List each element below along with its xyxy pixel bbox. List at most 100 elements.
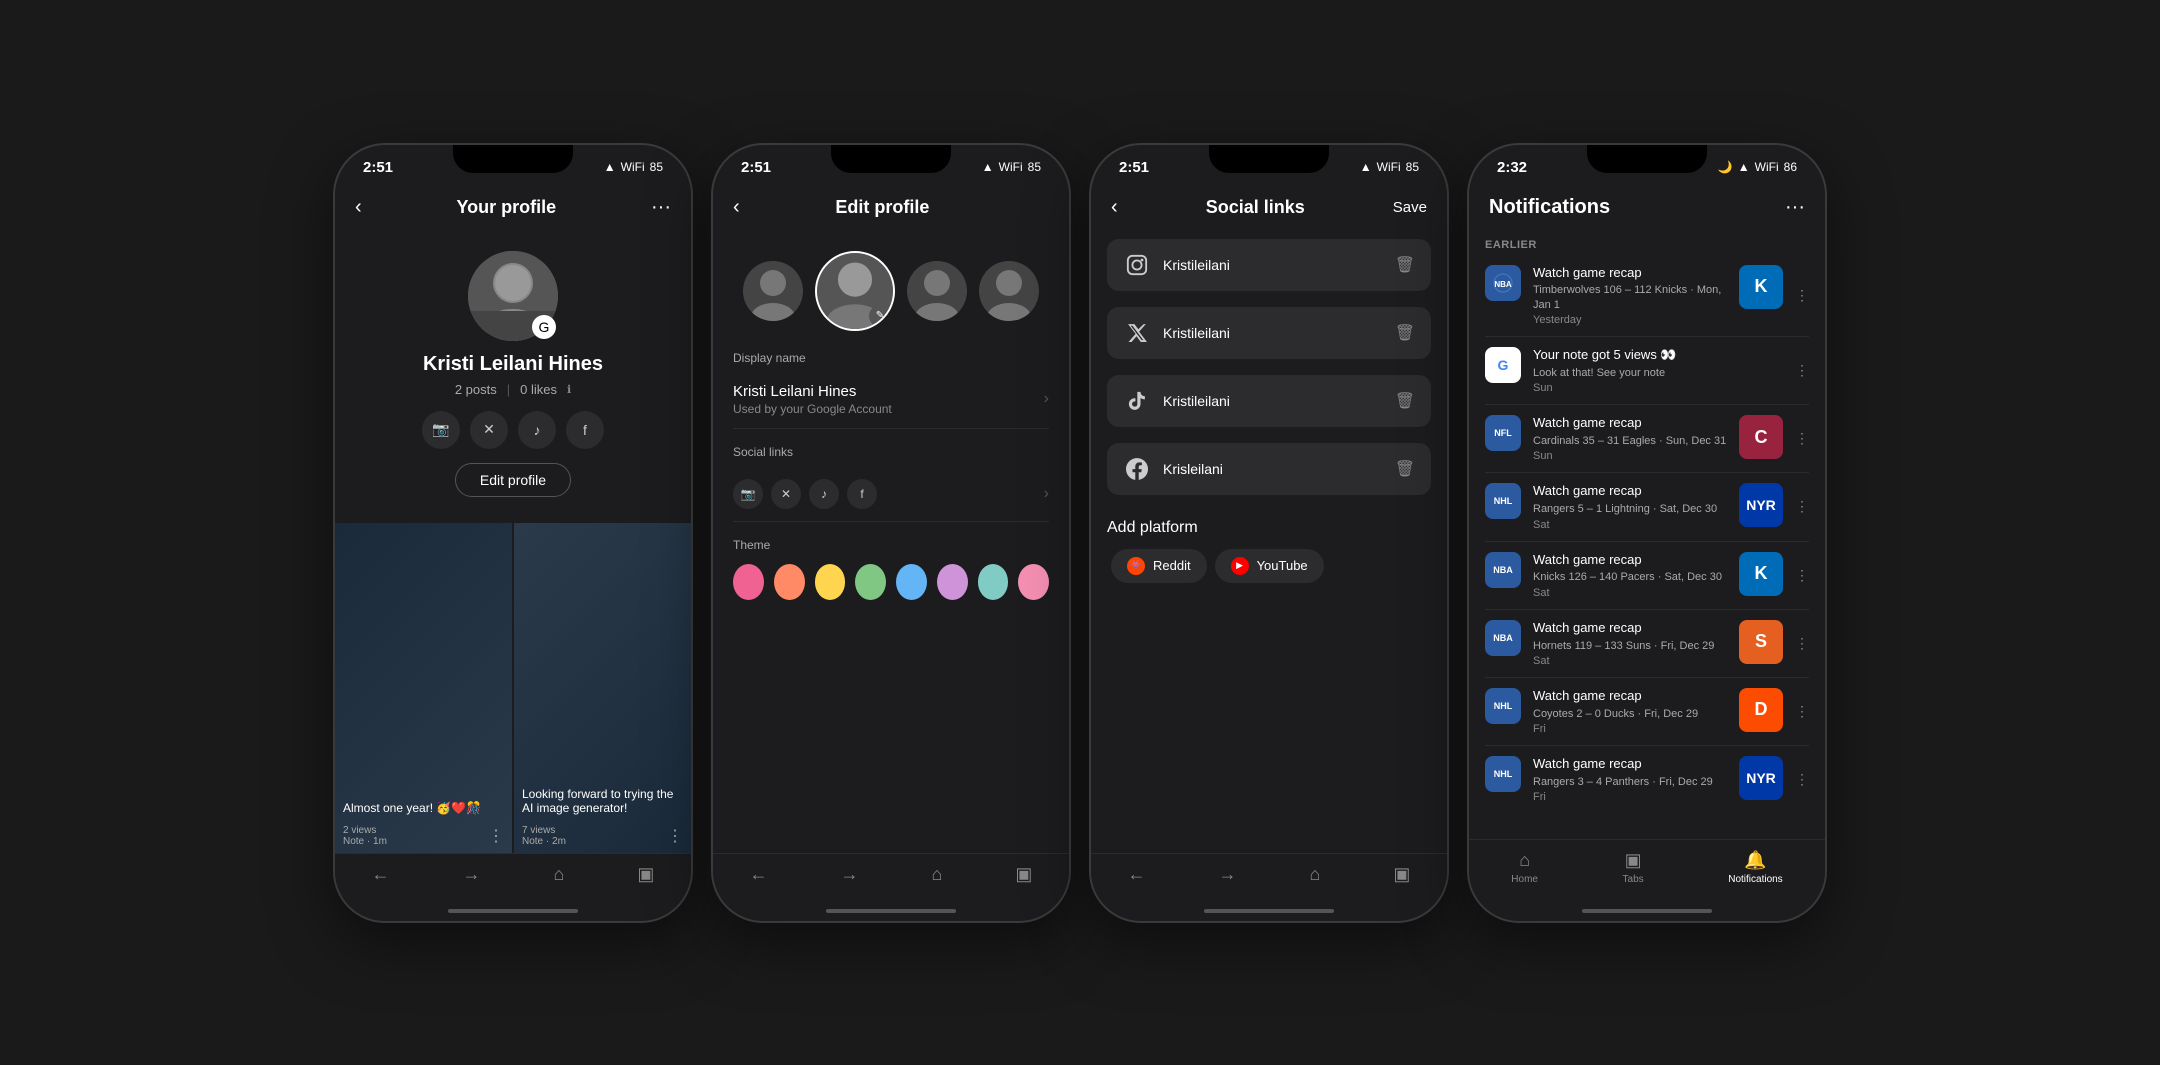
post-card-1[interactable]: Looking forward to trying the AI image g… bbox=[514, 523, 691, 853]
notif-item-0[interactable]: NBA Watch game recap Timberwolves 106 – … bbox=[1469, 255, 1825, 336]
social-icons-preview: 📷 ✕ ♪ f bbox=[733, 479, 877, 509]
theme-color-4[interactable] bbox=[896, 564, 927, 600]
nav-forward-3[interactable]: → bbox=[1219, 864, 1237, 885]
status-icons-2: ▲ WiFi 85 bbox=[982, 160, 1041, 174]
notif-more-2[interactable]: ⋮ bbox=[1795, 430, 1809, 447]
social-links-row[interactable]: 📷 ✕ ♪ f › bbox=[733, 467, 1049, 522]
notif-thumb-6: D bbox=[1739, 688, 1783, 732]
delete-instagram-button[interactable]: 🗑 bbox=[1395, 255, 1415, 275]
post-more-icon-1[interactable]: ⋮ bbox=[667, 826, 683, 846]
notif-more-5[interactable]: ⋮ bbox=[1795, 635, 1809, 652]
twitter-icon-btn[interactable]: ✕ bbox=[470, 411, 508, 449]
theme-color-2[interactable] bbox=[815, 564, 846, 600]
theme-color-5[interactable] bbox=[937, 564, 968, 600]
delete-twitter-button[interactable]: 🗑 bbox=[1395, 323, 1415, 343]
nav-home-3[interactable]: ⌂ bbox=[1310, 864, 1321, 885]
notif-nav-notifications[interactable]: 🔔 Notifications bbox=[1728, 850, 1782, 885]
battery-icon-3: 85 bbox=[1406, 160, 1419, 174]
nhl-app-icon-3: NHL bbox=[1485, 483, 1521, 519]
notif-more-0[interactable]: ⋮ bbox=[1795, 287, 1809, 304]
notif-more-1[interactable]: ⋮ bbox=[1795, 362, 1809, 379]
bottom-nav-1: ← → ⌂ ▣ bbox=[335, 853, 691, 905]
notif-nav-home[interactable]: ⌂ Home bbox=[1511, 850, 1538, 885]
notif-item-2[interactable]: NFL Watch game recap Cardinals 35 – 31 E… bbox=[1469, 405, 1825, 472]
facebook-icon-btn[interactable]: f bbox=[566, 411, 604, 449]
delete-tiktok-button[interactable]: 🗑 bbox=[1395, 391, 1415, 411]
reddit-label: Reddit bbox=[1153, 558, 1191, 573]
nhl-app-icon-7: NHL bbox=[1485, 756, 1521, 792]
notif-item-1[interactable]: G Your note got 5 views 👀 Look at that! … bbox=[1469, 337, 1825, 404]
save-button[interactable]: Save bbox=[1393, 199, 1427, 216]
team-logo-4: K bbox=[1755, 563, 1768, 584]
notif-nav-tabs[interactable]: ▣ Tabs bbox=[1623, 850, 1644, 885]
post-views-0: 2 views bbox=[343, 825, 387, 836]
notif-more-btn[interactable]: ··· bbox=[1785, 196, 1805, 219]
platform-buttons-row: 👾 Reddit ▶ YouTube bbox=[1091, 549, 1447, 583]
back-button-3[interactable]: ‹ bbox=[1111, 196, 1118, 219]
notch-3 bbox=[1209, 145, 1329, 173]
theme-color-6[interactable] bbox=[978, 564, 1009, 600]
battery-icon-4: 86 bbox=[1784, 160, 1797, 174]
nav-tabs-1[interactable]: ▣ bbox=[637, 864, 654, 885]
facebook-svg bbox=[1126, 458, 1148, 480]
notif-item-3[interactable]: NHL Watch game recap Rangers 5 – 1 Light… bbox=[1469, 473, 1825, 540]
phone3-content: ‹ Social links Save Kristileilani bbox=[1091, 184, 1447, 921]
notif-item-5[interactable]: NBA Watch game recap Hornets 119 – 133 S… bbox=[1469, 610, 1825, 677]
theme-color-0[interactable] bbox=[733, 564, 764, 600]
social-link-instagram[interactable]: Kristileilani 🗑 bbox=[1107, 239, 1431, 291]
wifi-icon-3: WiFi bbox=[1377, 160, 1401, 174]
nav-tabs-3[interactable]: ▣ bbox=[1393, 864, 1410, 885]
notif-more-6[interactable]: ⋮ bbox=[1795, 703, 1809, 720]
facebook-icon: f bbox=[583, 422, 587, 438]
youtube-platform-btn[interactable]: ▶ YouTube bbox=[1215, 549, 1324, 583]
notif-content-4: Watch game recap Knicks 126 – 140 Pacers… bbox=[1533, 552, 1727, 599]
notif-more-3[interactable]: ⋮ bbox=[1795, 498, 1809, 515]
social-link-twitter[interactable]: Kristileilani 🗑 bbox=[1107, 307, 1431, 359]
theme-color-3[interactable] bbox=[855, 564, 886, 600]
nav-home-1[interactable]: ⌂ bbox=[554, 864, 565, 885]
add-platform-label: Add platform bbox=[1091, 503, 1447, 549]
notif-more-4[interactable]: ⋮ bbox=[1795, 567, 1809, 584]
avatar-small-left bbox=[743, 261, 803, 321]
nav-back-2[interactable]: ← bbox=[750, 864, 768, 885]
notif-time-7: Fri bbox=[1533, 791, 1727, 803]
display-name-row[interactable]: Kristi Leilani Hines Used by your Google… bbox=[733, 371, 1049, 429]
youtube-icon: ▶ bbox=[1231, 557, 1249, 575]
avatar-medium-center[interactable]: ✎ bbox=[815, 251, 895, 331]
team-logo-2: C bbox=[1755, 427, 1768, 448]
display-name-field: Kristi Leilani Hines Used by your Google… bbox=[733, 383, 892, 416]
nav-forward-1[interactable]: → bbox=[463, 864, 481, 885]
notif-title: Notifications bbox=[1489, 196, 1610, 219]
notif-item-4[interactable]: NBA Watch game recap Knicks 126 – 140 Pa… bbox=[1469, 542, 1825, 609]
posts-grid: Almost one year! 🥳❤️🎊 2 views Note · 1m … bbox=[335, 523, 691, 853]
nav-forward-2[interactable]: → bbox=[841, 864, 859, 885]
theme-color-1[interactable] bbox=[774, 564, 805, 600]
nav-back-3[interactable]: ← bbox=[1128, 864, 1146, 885]
more-button-1[interactable]: ··· bbox=[651, 196, 671, 219]
status-icons-3: ▲ WiFi 85 bbox=[1360, 160, 1419, 174]
social-link-facebook[interactable]: Krisleilani 🗑 bbox=[1107, 443, 1431, 495]
profile-title: Your profile bbox=[457, 197, 557, 218]
reddit-platform-btn[interactable]: 👾 Reddit bbox=[1111, 549, 1207, 583]
notif-detail-3: Rangers 5 – 1 Lightning · Sat, Dec 30 bbox=[1533, 502, 1727, 516]
edit-profile-button[interactable]: Edit profile bbox=[455, 463, 571, 497]
notif-more-7[interactable]: ⋮ bbox=[1795, 771, 1809, 788]
back-button-2[interactable]: ‹ bbox=[733, 196, 740, 219]
nav-home-2[interactable]: ⌂ bbox=[932, 864, 943, 885]
social-link-tiktok[interactable]: Kristileilani 🗑 bbox=[1107, 375, 1431, 427]
nav-back-1[interactable]: ← bbox=[372, 864, 390, 885]
nav-tabs-2[interactable]: ▣ bbox=[1015, 864, 1032, 885]
notif-item-6[interactable]: NHL Watch game recap Coyotes 2 – 0 Ducks… bbox=[1469, 678, 1825, 745]
delete-facebook-button[interactable]: 🗑 bbox=[1395, 459, 1415, 479]
notif-item-7[interactable]: NHL Watch game recap Rangers 3 – 4 Panth… bbox=[1469, 746, 1825, 813]
tiktok-icon-btn[interactable]: ♪ bbox=[518, 411, 556, 449]
notif-title-1: Your note got 5 views 👀 bbox=[1533, 347, 1783, 364]
back-button-1[interactable]: ‹ bbox=[355, 196, 362, 219]
post-more-icon-0[interactable]: ⋮ bbox=[488, 826, 504, 846]
theme-color-7[interactable] bbox=[1018, 564, 1049, 600]
instagram-icon-btn[interactable]: 📷 bbox=[422, 411, 460, 449]
tiktok-svg bbox=[1126, 390, 1148, 412]
status-icons-1: ▲ WiFi 85 bbox=[604, 160, 663, 174]
instagram-icon: 📷 bbox=[432, 421, 449, 438]
post-card-0[interactable]: Almost one year! 🥳❤️🎊 2 views Note · 1m … bbox=[335, 523, 512, 853]
